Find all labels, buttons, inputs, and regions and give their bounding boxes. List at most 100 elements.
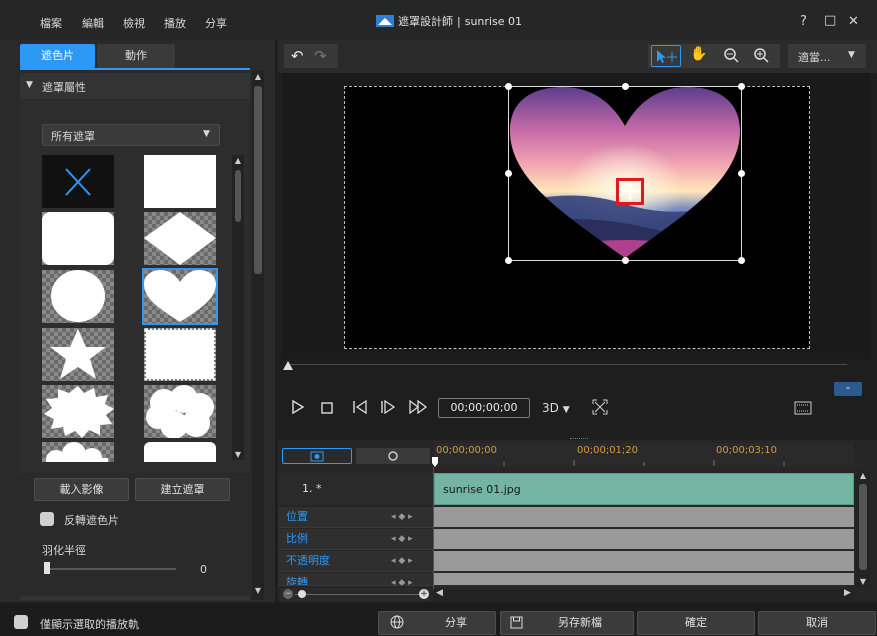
keyframe-row-position[interactable]: 位置 ◂ ◆ ▸ bbox=[278, 507, 433, 528]
select-move-tool-icon[interactable] bbox=[651, 45, 681, 67]
only-selected-track-checkbox[interactable] bbox=[14, 615, 28, 629]
import-image-button[interactable]: 載入影像 bbox=[34, 478, 129, 501]
mask-cloud[interactable] bbox=[144, 385, 216, 438]
mask-cloud-2[interactable] bbox=[42, 442, 114, 462]
timeline-scroll-left-icon[interactable]: ◀ bbox=[436, 588, 443, 598]
resize-handle-br[interactable] bbox=[738, 257, 745, 264]
stop-icon[interactable] bbox=[321, 402, 333, 414]
grid-scroll-down-icon[interactable]: ▼ bbox=[233, 450, 243, 459]
feather-slider-track[interactable] bbox=[46, 568, 176, 570]
menu-share[interactable]: 分享 bbox=[205, 15, 227, 31]
zoom-in-icon[interactable] bbox=[752, 46, 770, 64]
fullscreen-icon[interactable] bbox=[592, 399, 608, 415]
x-icon bbox=[65, 168, 91, 196]
timeline-scroll-down-icon[interactable]: ▼ bbox=[858, 577, 868, 586]
keyframe-row-opacity[interactable]: 不透明度 ◂ ◆ ▸ bbox=[278, 551, 433, 572]
resize-handle-b[interactable] bbox=[622, 257, 629, 264]
track-header[interactable]: 1. * bbox=[278, 473, 433, 505]
tab-motion[interactable]: 動作 bbox=[97, 44, 175, 68]
resize-handle-tl[interactable] bbox=[505, 83, 512, 90]
menu-edit[interactable]: 編輯 bbox=[82, 15, 104, 31]
keyframe-nav-icon[interactable]: ◂ ◆ ▸ bbox=[391, 573, 413, 585]
track-label: 1. * bbox=[302, 482, 322, 495]
keyframe-nav-icon[interactable]: ◂ ◆ ▸ bbox=[391, 507, 413, 527]
help-button[interactable]: ? bbox=[800, 14, 807, 29]
3d-mode-button[interactable]: 3D ▼ bbox=[542, 401, 570, 415]
grid-scroll-up-icon[interactable]: ▲ bbox=[233, 156, 243, 165]
safe-zone-icon[interactable] bbox=[794, 401, 812, 415]
scroll-down-icon[interactable]: ▼ bbox=[253, 586, 263, 595]
close-button[interactable]: ✕ bbox=[848, 14, 859, 29]
keyframe-track-opacity[interactable] bbox=[434, 551, 854, 572]
scroll-up-icon[interactable]: ▲ bbox=[253, 72, 263, 81]
heart-masked-image[interactable] bbox=[508, 86, 742, 261]
hand-tool-icon[interactable]: ✋ bbox=[690, 46, 707, 62]
timeline-scroll-up-icon[interactable]: ▲ bbox=[858, 471, 868, 480]
left-scrollbar-thumb[interactable] bbox=[254, 86, 262, 274]
mask-rectangle[interactable] bbox=[144, 155, 216, 208]
cancel-button[interactable]: 取消 bbox=[758, 611, 876, 635]
keyframe-nav-icon[interactable]: ◂ ◆ ▸ bbox=[391, 529, 413, 549]
play-icon[interactable] bbox=[291, 399, 305, 415]
playhead-icon[interactable] bbox=[432, 457, 438, 467]
scrub-handle-icon[interactable] bbox=[283, 361, 293, 371]
timeline-vscrollbar-thumb[interactable] bbox=[859, 484, 867, 570]
mask-stamp[interactable] bbox=[144, 328, 216, 381]
tab-mask[interactable]: 遮色片 bbox=[20, 44, 95, 68]
timeline-view-keyframe-button[interactable] bbox=[356, 448, 430, 464]
menu-file[interactable]: 檔案 bbox=[40, 15, 62, 31]
keyframe-track-scale[interactable] bbox=[434, 529, 854, 550]
grid-scrollbar-thumb[interactable] bbox=[235, 170, 241, 222]
resize-handle-l[interactable] bbox=[505, 170, 512, 177]
time-ruler[interactable]: 00;00;00;00 00;00;01;20 00;00;03;10 bbox=[434, 443, 854, 467]
timecode-display[interactable]: 00;00;00;00 bbox=[438, 398, 530, 418]
keyframe-track-rotation[interactable] bbox=[434, 573, 854, 586]
ok-button[interactable]: 確定 bbox=[637, 611, 755, 635]
timeline-scroll-right-icon[interactable]: ▶ bbox=[844, 588, 851, 598]
mask-star[interactable] bbox=[42, 328, 114, 381]
next-frame-icon[interactable] bbox=[379, 400, 397, 414]
mask-circle[interactable] bbox=[42, 270, 114, 323]
keyframe-nav-icon[interactable]: ◂ ◆ ▸ bbox=[391, 551, 413, 571]
resize-handle-r[interactable] bbox=[738, 170, 745, 177]
expand-panel-icon[interactable]: ⌄ bbox=[834, 382, 862, 396]
timeline-hscrollbar[interactable] bbox=[434, 589, 854, 600]
keyframe-track-position[interactable] bbox=[434, 507, 854, 528]
invert-mask-checkbox[interactable] bbox=[40, 512, 54, 526]
mask-rounded-rectangle[interactable] bbox=[42, 212, 114, 265]
feather-slider-handle[interactable] bbox=[44, 562, 50, 574]
scrub-track[interactable] bbox=[290, 364, 847, 365]
fast-forward-icon[interactable] bbox=[408, 400, 430, 414]
splitter-grip[interactable] bbox=[570, 438, 588, 440]
menu-view[interactable]: 檢視 bbox=[123, 15, 145, 31]
zoom-out-icon[interactable] bbox=[722, 46, 740, 64]
timeline-view-track-button[interactable] bbox=[282, 448, 352, 464]
resize-handle-tr[interactable] bbox=[738, 83, 745, 90]
mask-none[interactable] bbox=[42, 155, 114, 208]
zoom-dropdown[interactable]: 適當... ▼ bbox=[788, 44, 866, 68]
timeline-zoom-in-icon[interactable]: + bbox=[419, 589, 429, 599]
mask-heart-selected[interactable] bbox=[142, 268, 218, 325]
keyframe-row-rotation[interactable]: 旋轉 ◂ ◆ ▸ bbox=[278, 573, 433, 586]
resize-handle-bl[interactable] bbox=[505, 257, 512, 264]
redo-icon[interactable]: ↷ bbox=[314, 47, 327, 65]
resize-handle-t[interactable] bbox=[622, 83, 629, 90]
timeline-zoom-handle[interactable] bbox=[298, 590, 306, 598]
timeline-zoom-out-icon[interactable]: − bbox=[283, 589, 293, 599]
share-button[interactable]: 分享 bbox=[378, 611, 496, 635]
save-as-new-button[interactable]: 另存新檔 bbox=[500, 611, 634, 635]
mask-filter-dropdown[interactable]: 所有遮罩 ▼ bbox=[42, 124, 220, 146]
create-mask-button[interactable]: 建立遮罩 bbox=[135, 478, 230, 501]
undo-icon[interactable]: ↶ bbox=[291, 47, 304, 65]
clip[interactable]: sunrise 01.jpg bbox=[434, 473, 854, 505]
timeline-zoom-track[interactable] bbox=[295, 594, 420, 595]
mask-burst[interactable] bbox=[42, 385, 114, 438]
keyframe-row-scale[interactable]: 比例 ◂ ◆ ▸ bbox=[278, 529, 433, 550]
previous-frame-icon[interactable] bbox=[350, 400, 368, 414]
mask-rectangle-2[interactable] bbox=[144, 442, 216, 462]
menu-playback[interactable]: 播放 bbox=[164, 15, 186, 31]
move-anchor-icon[interactable] bbox=[616, 178, 644, 205]
mask-diamond[interactable] bbox=[144, 212, 216, 265]
section-header[interactable]: ▼ 遮罩屬性 bbox=[20, 73, 250, 99]
maximize-button[interactable]: □ bbox=[824, 13, 836, 28]
